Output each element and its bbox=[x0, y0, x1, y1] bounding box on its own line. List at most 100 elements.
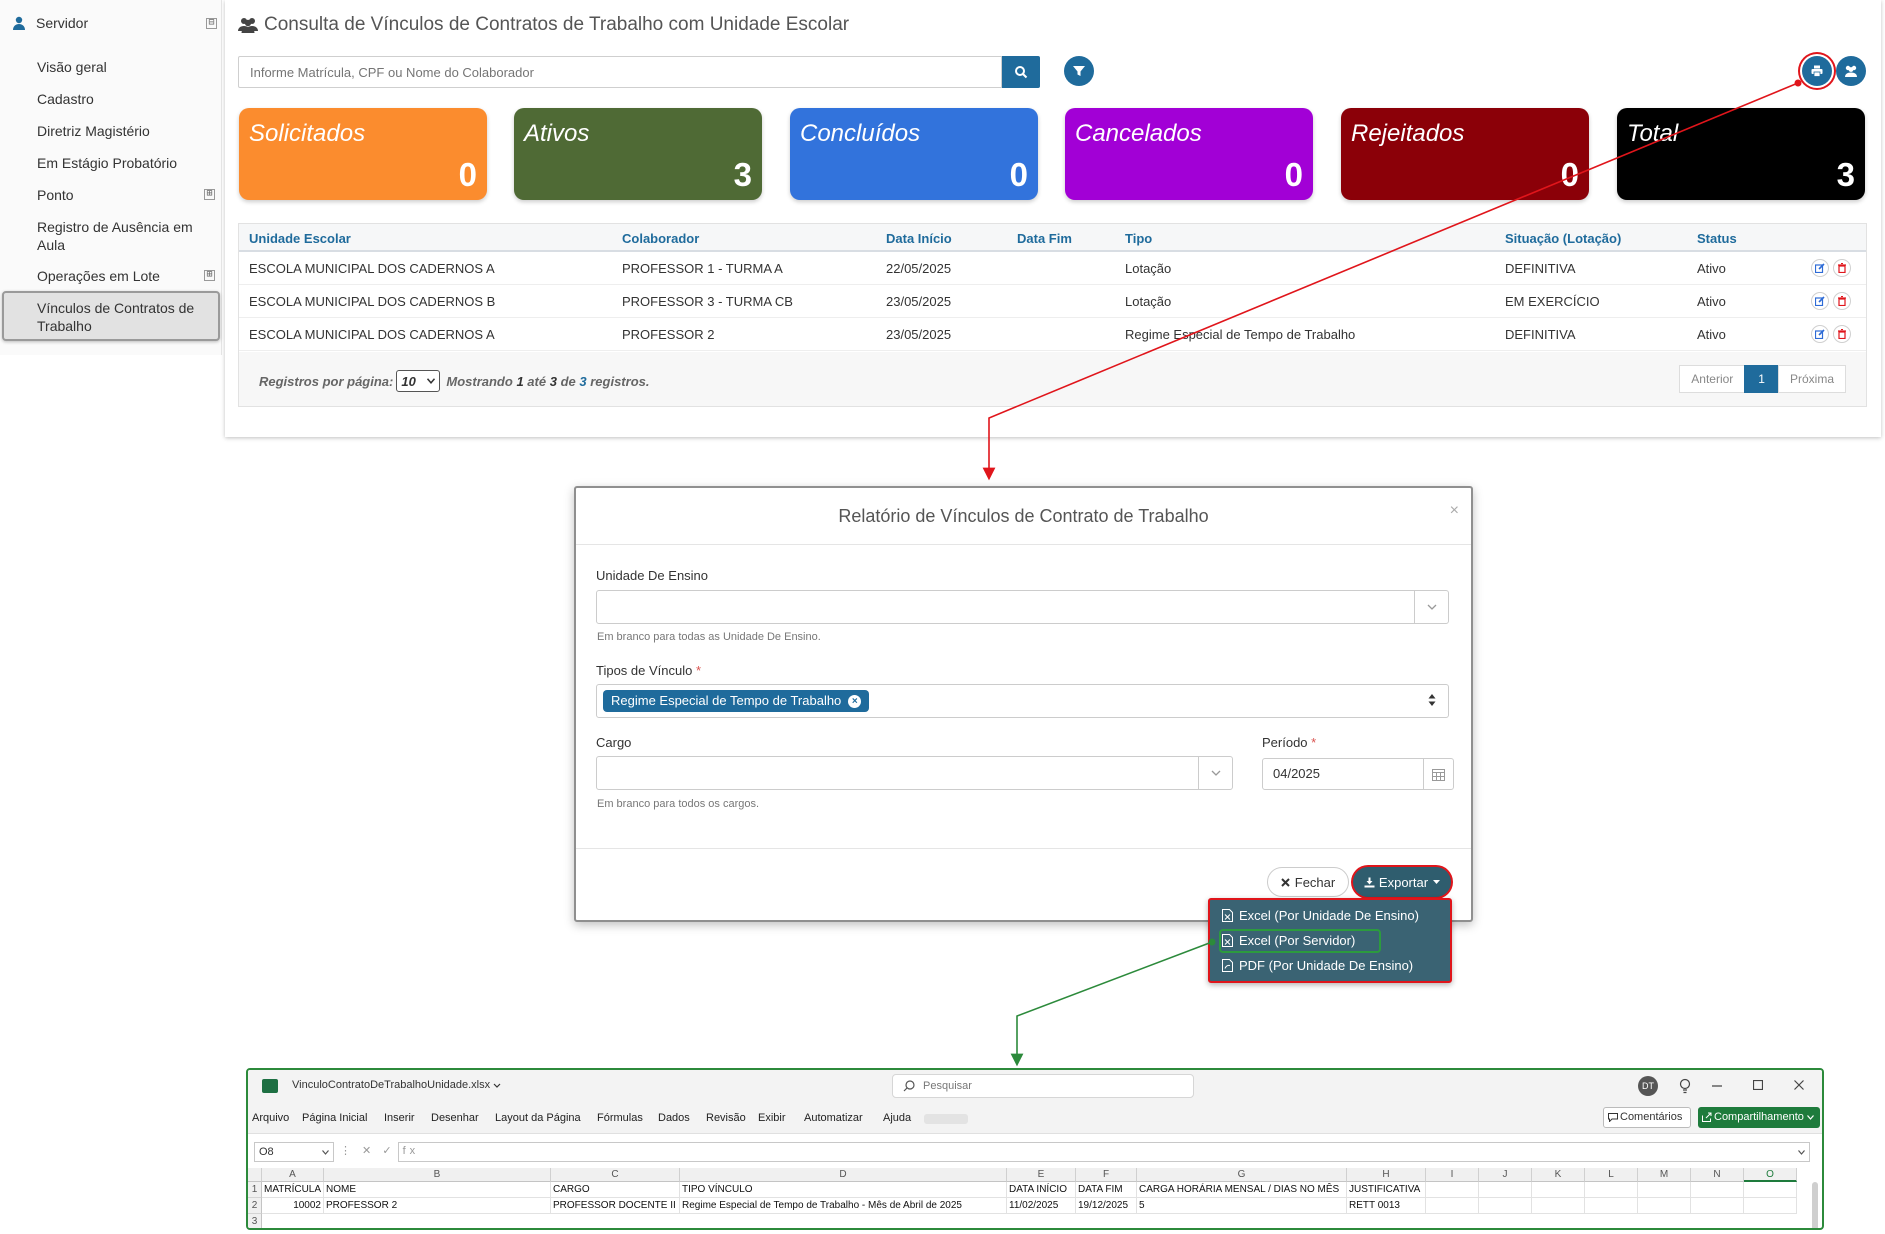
sidebar-item-visao-geral[interactable]: Visão geral bbox=[37, 58, 215, 76]
card-rejeitados[interactable]: Rejeitados 0 bbox=[1341, 108, 1589, 200]
col-header-b[interactable]: B bbox=[324, 1168, 551, 1182]
lightbulb-icon[interactable] bbox=[1679, 1078, 1691, 1094]
excel-filename[interactable]: VinculoContratoDeTrabalhoUnidade.xlsx bbox=[292, 1079, 501, 1091]
row-header-1[interactable]: 1 bbox=[248, 1182, 262, 1198]
sidebar-item-ponto[interactable]: Ponto ⊞ bbox=[37, 186, 215, 204]
column-header[interactable]: Situação (Lotação) bbox=[1505, 231, 1621, 246]
filter-button[interactable] bbox=[1064, 56, 1094, 86]
cell-e1[interactable]: DATA INÍCIO bbox=[1007, 1182, 1076, 1198]
cell-b1[interactable]: NOME bbox=[324, 1182, 551, 1198]
card-concluidos[interactable]: Concluídos 0 bbox=[790, 108, 1038, 200]
close-window-icon[interactable] bbox=[1794, 1080, 1804, 1090]
cell-c2[interactable]: PROFESSOR DOCENTE II bbox=[551, 1198, 680, 1214]
col-header-o[interactable]: O bbox=[1744, 1168, 1797, 1182]
ribbon-tab[interactable]: Automatizar bbox=[804, 1112, 863, 1124]
card-cancelados[interactable]: Cancelados 0 bbox=[1065, 108, 1313, 200]
pagination-page-1[interactable]: 1 bbox=[1744, 365, 1779, 393]
card-ativos[interactable]: Ativos 3 bbox=[514, 108, 762, 200]
col-header-d[interactable]: D bbox=[680, 1168, 1007, 1182]
search-input[interactable] bbox=[238, 56, 1002, 88]
comments-button[interactable]: Comentários bbox=[1603, 1107, 1691, 1128]
sidebar-item-registro-ausencia[interactable]: Registro de Ausência em Aula bbox=[37, 218, 197, 254]
cell-b2[interactable]: PROFESSOR 2 bbox=[324, 1198, 551, 1214]
ribbon-tab[interactable]: Dados bbox=[658, 1112, 690, 1124]
ribbon-tab[interactable]: Inserir bbox=[384, 1112, 415, 1124]
col-header-g[interactable]: G bbox=[1137, 1168, 1347, 1182]
minimize-icon[interactable] bbox=[1712, 1085, 1722, 1087]
col-header-k[interactable]: K bbox=[1532, 1168, 1585, 1182]
close-icon[interactable]: × bbox=[1450, 502, 1459, 520]
ribbon-tab[interactable]: Exibir bbox=[758, 1112, 786, 1124]
cell-empty[interactable] bbox=[1744, 1182, 1797, 1198]
cell-d2[interactable]: Regime Especial de Tempo de Trabalho - M… bbox=[680, 1198, 1007, 1214]
maximize-icon[interactable] bbox=[1753, 1080, 1763, 1090]
expand-icon[interactable]: ⊞ bbox=[204, 189, 215, 200]
row-header-2[interactable]: 2 bbox=[248, 1198, 262, 1214]
cell-empty[interactable] bbox=[1426, 1182, 1479, 1198]
vertical-scrollbar[interactable] bbox=[1812, 1182, 1818, 1228]
cell-h1[interactable]: JUSTIFICATIVA bbox=[1347, 1182, 1426, 1198]
sidebar-item-estagio-probatorio[interactable]: Em Estágio Probatório bbox=[37, 154, 215, 172]
cell-a1[interactable]: MATRÍCULA bbox=[262, 1182, 324, 1198]
group-button[interactable] bbox=[1836, 56, 1866, 86]
delete-button[interactable] bbox=[1833, 259, 1851, 277]
formula-input[interactable] bbox=[398, 1142, 1810, 1162]
cell-empty[interactable] bbox=[1691, 1198, 1744, 1214]
cell-empty[interactable] bbox=[1744, 1198, 1797, 1214]
cargo-select[interactable] bbox=[596, 756, 1233, 790]
ribbon-tab[interactable]: Ajuda bbox=[883, 1112, 911, 1124]
edit-button[interactable] bbox=[1811, 325, 1829, 343]
sidebar-item-diretriz-magisterio[interactable]: Diretriz Magistério bbox=[37, 122, 215, 140]
cell-empty[interactable] bbox=[1479, 1182, 1532, 1198]
cell-g2[interactable]: 5 bbox=[1137, 1198, 1347, 1214]
sidebar-item-operacoes-lote[interactable]: Operações em Lote ⊞ bbox=[37, 267, 215, 285]
card-solicitados[interactable]: Solicitados 0 bbox=[239, 108, 487, 200]
cell-empty[interactable] bbox=[1426, 1198, 1479, 1214]
edit-button[interactable] bbox=[1811, 259, 1829, 277]
sidebar-item-vinculos-contratos[interactable]: Vínculos de Contratos de Trabalho bbox=[37, 299, 207, 335]
per-page-select[interactable]: 10 bbox=[396, 370, 441, 392]
cell-g1[interactable]: CARGA HORÁRIA MENSAL / DIAS NO MÊS bbox=[1137, 1182, 1347, 1198]
cell-empty[interactable] bbox=[1691, 1182, 1744, 1198]
cell-c1[interactable]: CARGO bbox=[551, 1182, 680, 1198]
cell-empty[interactable] bbox=[1532, 1182, 1585, 1198]
column-header[interactable]: Data Fim bbox=[1017, 231, 1072, 246]
cell-f1[interactable]: DATA FIM bbox=[1076, 1182, 1137, 1198]
delete-button[interactable] bbox=[1833, 292, 1851, 310]
col-header-n[interactable]: N bbox=[1691, 1168, 1744, 1182]
ribbon-tab[interactable]: Página Inicial bbox=[302, 1112, 367, 1124]
close-button[interactable]: Fechar bbox=[1267, 867, 1349, 897]
col-header-m[interactable]: M bbox=[1638, 1168, 1691, 1182]
card-total[interactable]: Total 3 bbox=[1617, 108, 1865, 200]
col-header-i[interactable]: I bbox=[1426, 1168, 1479, 1182]
collapse-icon[interactable]: ⊟ bbox=[206, 17, 217, 29]
select-all-corner[interactable] bbox=[248, 1168, 262, 1182]
remove-tag-icon[interactable]: × bbox=[848, 695, 862, 708]
col-header-a[interactable]: A bbox=[262, 1168, 324, 1182]
expand-icon[interactable]: ⊞ bbox=[204, 270, 215, 281]
column-header[interactable]: Unidade Escolar bbox=[249, 231, 351, 246]
column-header[interactable]: Tipo bbox=[1125, 231, 1152, 246]
edit-button[interactable] bbox=[1811, 292, 1829, 310]
sidebar-item-cadastro[interactable]: Cadastro bbox=[37, 90, 215, 108]
ribbon-tab[interactable]: Fórmulas bbox=[597, 1112, 643, 1124]
print-button[interactable] bbox=[1802, 56, 1832, 86]
search-button[interactable] bbox=[1002, 56, 1040, 88]
cell-d1[interactable]: TIPO VÍNCULO bbox=[680, 1182, 1007, 1198]
cell-empty[interactable] bbox=[1638, 1182, 1691, 1198]
export-excel-servidor[interactable]: Excel (Por Servidor) bbox=[1222, 929, 1355, 951]
cell-h2[interactable]: RETT 0013 bbox=[1347, 1198, 1426, 1214]
cell-e2[interactable]: 11/02/2025 bbox=[1007, 1198, 1076, 1214]
share-button[interactable]: Compartilhamento bbox=[1698, 1107, 1820, 1128]
col-header-c[interactable]: C bbox=[551, 1168, 680, 1182]
cell-empty[interactable] bbox=[1532, 1198, 1585, 1214]
col-header-e[interactable]: E bbox=[1007, 1168, 1076, 1182]
cell-empty[interactable] bbox=[1638, 1198, 1691, 1214]
sidebar-section-servidor[interactable]: Servidor ⊟ bbox=[12, 12, 217, 34]
export-excel-unidade[interactable]: Excel (Por Unidade De Ensino) bbox=[1222, 904, 1419, 926]
excel-search[interactable]: Pesquisar bbox=[892, 1074, 1194, 1098]
row-3-cells[interactable] bbox=[262, 1214, 1797, 1228]
cell-f2[interactable]: 19/12/2025 bbox=[1076, 1198, 1137, 1214]
col-header-l[interactable]: L bbox=[1585, 1168, 1638, 1182]
cell-empty[interactable] bbox=[1479, 1198, 1532, 1214]
